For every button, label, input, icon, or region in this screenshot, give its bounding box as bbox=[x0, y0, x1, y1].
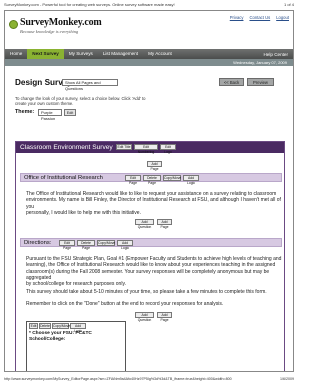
logout-link[interactable]: Logout bbox=[276, 15, 289, 20]
page-1-add-logic-button[interactable]: Add Logic bbox=[183, 175, 199, 185]
add-page-top-button[interactable]: Add Page bbox=[147, 161, 162, 171]
theme-select[interactable]: Purple Passion bbox=[38, 109, 62, 121]
browser-footer-page: 1/6/2009 bbox=[280, 377, 294, 381]
page-2-directions: Pursuant to the FSU Strategic Plan, Goal… bbox=[26, 256, 284, 287]
survey-editor-window: SurveyMonkey.com Because knowledge is ev… bbox=[4, 10, 294, 372]
page-2-add-page-button[interactable]: Add Page bbox=[157, 312, 172, 322]
directions-line: classroom(s) during the Fall 2008 semest… bbox=[26, 268, 270, 281]
page-2-add-logic-button[interactable]: Add Logic bbox=[117, 240, 133, 250]
intro-line: environments. My name is Bill Finley, th… bbox=[26, 197, 281, 210]
site-tagline: Because knowledge is everything bbox=[20, 29, 79, 34]
top-links: Privacy Contact Us Logout bbox=[230, 15, 289, 20]
page-indicator: 1 of 4 bbox=[283, 2, 294, 7]
page-1-header: Office of Institutional Research Edit Pa… bbox=[20, 173, 282, 185]
nav-my-account[interactable]: My Account bbox=[143, 49, 177, 59]
page-1-copy-move-button[interactable]: Copy/Move bbox=[163, 175, 181, 181]
page-2-edit-button[interactable]: Edit Page bbox=[59, 240, 75, 250]
edit-logo-button[interactable]: Edit Logo bbox=[160, 144, 176, 154]
page-2-time-note: This survey should take about 5-10 minut… bbox=[26, 289, 267, 295]
monkey-logo-icon bbox=[9, 20, 18, 29]
question-box: Edit Delete Copy/Move Add Logic * Choose… bbox=[26, 321, 126, 371]
nav-my-surveys[interactable]: My Surveys bbox=[64, 49, 98, 59]
page-2-title: Directions: bbox=[24, 240, 52, 246]
edit-numbering-button[interactable]: Edit Numbering bbox=[134, 144, 158, 154]
view-select[interactable]: Show All Pages and Questions bbox=[62, 79, 118, 91]
survey-preview: Classroom Environment Survey Edit Title … bbox=[15, 141, 285, 371]
question-add-logic-button[interactable]: Add Logic bbox=[70, 323, 86, 333]
browser-footer-url: http://www.surveymonkey.com/MySurvey_Edi… bbox=[4, 377, 232, 381]
preview-button[interactable]: Preview bbox=[247, 78, 274, 86]
directions-line: learning), the Office of Institutional R… bbox=[26, 262, 276, 269]
site-header: SurveyMonkey.com Because knowledge is ev… bbox=[5, 11, 293, 49]
question-delete-button[interactable]: Delete bbox=[39, 323, 51, 329]
question-title: * Choose your FSU: PC&TC bbox=[29, 331, 92, 336]
contact-link[interactable]: Contact Us bbox=[249, 15, 270, 20]
intro-line: personally, I would like to help me with… bbox=[26, 209, 141, 216]
page-2-delete-button[interactable]: Delete Page bbox=[77, 240, 95, 250]
survey-title-bar: Classroom Environment Survey Edit Title … bbox=[16, 142, 284, 154]
nav-home[interactable]: Home bbox=[5, 49, 27, 59]
date-bar: Wednesday, January 07, 2009 bbox=[5, 59, 293, 66]
privacy-link[interactable]: Privacy bbox=[230, 15, 244, 20]
question-copy-move-button[interactable]: Copy/Move bbox=[52, 323, 70, 329]
question-field-label: School/College: bbox=[29, 337, 66, 342]
directions-line: by school/college for research purposes … bbox=[26, 281, 126, 288]
site-logo[interactable]: SurveyMonkey.com bbox=[20, 17, 102, 28]
page-1-edit-button[interactable]: Edit Page bbox=[125, 175, 141, 185]
page-1-add-page-button[interactable]: Add Page bbox=[157, 219, 172, 229]
page-1-delete-button[interactable]: Delete Page bbox=[143, 175, 161, 185]
theme-help-text: To change the look of your survey, selec… bbox=[15, 96, 146, 106]
nav-next-survey[interactable]: Next Survey bbox=[27, 49, 64, 59]
page-1-title: Office of Institutional Research bbox=[24, 175, 103, 181]
nav-list-management[interactable]: List Management bbox=[98, 49, 143, 59]
page-1-intro: The Office of Institutional Research wou… bbox=[26, 191, 284, 216]
theme-label: Theme: bbox=[15, 109, 35, 115]
page-2-done-note: Remember to click on the "Done" button a… bbox=[26, 301, 224, 307]
browser-title: SurveyMonkey.com - Powerful tool for cre… bbox=[4, 2, 175, 7]
nav-help-center[interactable]: Help Center bbox=[258, 52, 293, 57]
page-2-copy-move-button[interactable]: Copy/Move bbox=[97, 240, 115, 246]
theme-edit-button[interactable]: Edit bbox=[64, 109, 76, 116]
question-edit-button[interactable]: Edit bbox=[29, 323, 38, 329]
page-2-header: Directions: Edit Page Delete Page Copy/M… bbox=[20, 238, 282, 250]
page-1-add-question-button[interactable]: Add Question bbox=[135, 219, 154, 229]
edit-title-button[interactable]: Edit Title bbox=[116, 144, 132, 150]
page-2-add-question-button[interactable]: Add Question bbox=[135, 312, 154, 322]
back-button[interactable]: << Back bbox=[219, 78, 244, 86]
main-nav: Home Next Survey My Surveys List Managem… bbox=[5, 49, 293, 59]
current-date: Wednesday, January 07, 2009 bbox=[233, 60, 287, 65]
survey-title: Classroom Environment Survey bbox=[20, 144, 113, 151]
